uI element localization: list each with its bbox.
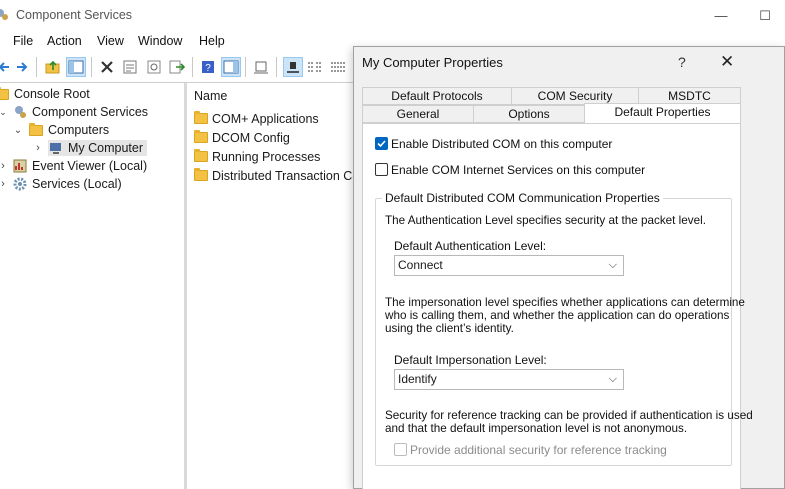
impersonation-description-line3: using the client’s identity. bbox=[385, 322, 514, 335]
list-item-label: Distributed Transaction Coo bbox=[212, 168, 367, 183]
authentication-level-value: Connect bbox=[398, 258, 443, 272]
large-icons-view-icon[interactable] bbox=[283, 57, 303, 77]
delete-icon[interactable] bbox=[97, 57, 117, 77]
gear-icon bbox=[12, 176, 28, 192]
export-list-icon[interactable] bbox=[167, 57, 187, 77]
enable-dcom-checkbox[interactable] bbox=[375, 137, 388, 150]
chevron-right-icon[interactable]: › bbox=[32, 140, 44, 156]
menu-window[interactable]: Window bbox=[138, 34, 182, 48]
list-item-label: DCOM Config bbox=[212, 130, 290, 145]
tree-item-computers[interactable]: ⌄ Computers bbox=[12, 121, 109, 139]
impersonation-description-line2: who is calling them, and whether the app… bbox=[385, 309, 730, 322]
toolbar-separator bbox=[91, 57, 92, 77]
pane-splitter[interactable] bbox=[184, 83, 187, 489]
list-item-label: COM+ Applications bbox=[212, 111, 319, 126]
list-item[interactable]: Distributed Transaction Coo bbox=[194, 166, 366, 185]
computer-icon[interactable] bbox=[251, 57, 271, 77]
help-icon[interactable]: ? bbox=[198, 57, 218, 77]
tree-item-label: My Computer bbox=[68, 141, 144, 155]
show-hide-tree-icon[interactable] bbox=[66, 57, 86, 77]
tab-default-properties[interactable]: Default Properties bbox=[584, 103, 741, 123]
tree-item-label: Computers bbox=[48, 123, 110, 137]
component-services-icon bbox=[12, 104, 28, 120]
chevron-down-icon: ⌵ bbox=[608, 259, 617, 271]
tree-item-label: Event Viewer (Local) bbox=[32, 159, 148, 173]
folder-icon bbox=[194, 149, 208, 162]
up-folder-icon[interactable] bbox=[43, 57, 63, 77]
folder-icon bbox=[194, 168, 208, 181]
list-item[interactable]: COM+ Applications bbox=[194, 109, 319, 128]
chevron-down-icon[interactable]: ⌄ bbox=[0, 104, 8, 120]
impersonation-level-select[interactable]: Identify ⌵ bbox=[394, 369, 624, 390]
menu-action[interactable]: Action bbox=[47, 34, 82, 48]
small-icons-view-icon[interactable] bbox=[305, 57, 325, 77]
close-button[interactable]: ✕ bbox=[720, 52, 734, 72]
chevron-down-icon: ⌵ bbox=[608, 373, 617, 385]
tree-item-console-root[interactable]: Console Root bbox=[0, 85, 90, 103]
tab-options[interactable]: Options bbox=[473, 105, 585, 123]
tree-item-label: Component Services bbox=[32, 105, 149, 119]
folder-icon bbox=[28, 122, 44, 138]
computer-icon bbox=[48, 140, 64, 156]
column-header-name[interactable]: Name bbox=[194, 89, 227, 103]
tree-item-component-services[interactable]: ⌄ Component Services bbox=[0, 103, 148, 121]
reference-tracking-description-line1: Security for reference tracking can be p… bbox=[385, 409, 753, 422]
impersonation-description-line1: The impersonation level specifies whethe… bbox=[385, 296, 745, 309]
refresh-icon[interactable] bbox=[144, 57, 164, 77]
group-title: Default Distributed COM Communication Pr… bbox=[382, 191, 663, 205]
forward-icon[interactable] bbox=[12, 57, 32, 77]
folder-icon bbox=[194, 130, 208, 143]
impersonation-level-label: Default Impersonation Level: bbox=[394, 353, 547, 367]
menu-help[interactable]: Help bbox=[199, 34, 225, 48]
list-item[interactable]: DCOM Config bbox=[194, 128, 290, 147]
event-viewer-icon bbox=[12, 158, 28, 174]
folder-icon bbox=[194, 111, 208, 124]
toolbar-separator bbox=[245, 57, 246, 77]
authentication-level-select[interactable]: Connect ⌵ bbox=[394, 255, 624, 276]
tree-item-event-viewer[interactable]: › Event Viewer (Local) bbox=[0, 157, 147, 175]
help-button[interactable]: ? bbox=[678, 54, 686, 70]
impersonation-level-value: Identify bbox=[398, 372, 437, 386]
show-hide-action-pane-icon[interactable] bbox=[221, 57, 241, 77]
reference-tracking-checkbox[interactable] bbox=[394, 443, 407, 456]
component-services-icon bbox=[0, 8, 10, 22]
window-title: Component Services bbox=[16, 8, 133, 22]
tree-item-services[interactable]: › Services (Local) bbox=[0, 175, 122, 193]
chevron-right-icon[interactable]: › bbox=[0, 176, 8, 192]
authentication-description: The Authentication Level specifies secur… bbox=[385, 214, 706, 227]
properties-icon[interactable] bbox=[120, 57, 140, 77]
tab-general[interactable]: General bbox=[362, 105, 474, 123]
enable-com-internet-checkbox[interactable] bbox=[375, 163, 388, 176]
svg-text:?: ? bbox=[205, 63, 211, 74]
tree-item-label: Console Root bbox=[14, 87, 90, 101]
list-view-icon[interactable] bbox=[328, 57, 348, 77]
authentication-level-label: Default Authentication Level: bbox=[394, 239, 547, 253]
reference-tracking-label[interactable]: Provide additional security for referenc… bbox=[410, 443, 667, 457]
enable-dcom-label[interactable]: Enable Distributed COM on this computer bbox=[391, 137, 612, 151]
list-item-label: Running Processes bbox=[212, 149, 321, 164]
enable-com-internet-label[interactable]: Enable COM Internet Services on this com… bbox=[391, 163, 645, 177]
tree-item-my-computer[interactable]: › My Computer bbox=[32, 139, 148, 157]
tab-default-protocols[interactable]: Default Protocols bbox=[362, 87, 512, 105]
tree-selection: My Computer bbox=[48, 140, 148, 156]
maximize-button[interactable]: ☐ bbox=[754, 6, 776, 26]
reference-tracking-description-line2: and that the default impersonation level… bbox=[385, 422, 688, 435]
menu-view[interactable]: View bbox=[97, 34, 124, 48]
list-item[interactable]: Running Processes bbox=[194, 147, 320, 166]
tree-item-label: Services (Local) bbox=[32, 177, 122, 191]
toolbar-separator bbox=[192, 57, 193, 77]
minimize-button[interactable]: — bbox=[710, 6, 732, 26]
toolbar-separator bbox=[276, 57, 277, 77]
folder-icon bbox=[0, 86, 10, 102]
chevron-right-icon[interactable]: › bbox=[0, 158, 8, 174]
toolbar-separator bbox=[36, 57, 37, 77]
chevron-down-icon[interactable]: ⌄ bbox=[12, 122, 24, 138]
dialog-title: My Computer Properties bbox=[362, 55, 503, 70]
menu-file[interactable]: File bbox=[13, 34, 33, 48]
